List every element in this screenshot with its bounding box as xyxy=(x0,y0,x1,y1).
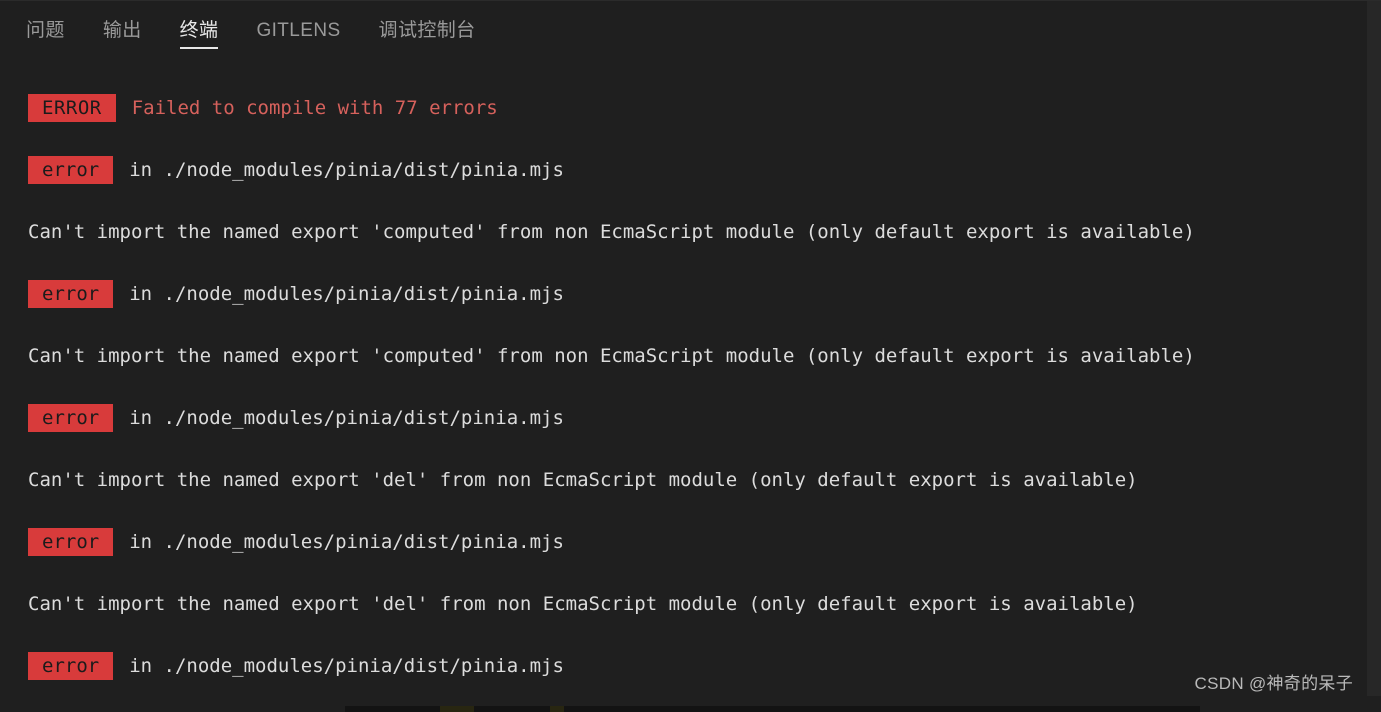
watermark: CSDN @神奇的呆子 xyxy=(1194,674,1353,693)
error-badge-upper: ERROR xyxy=(28,94,116,122)
terminal-line-detail: Can't import the named export 'del' from… xyxy=(28,469,1138,491)
error-badge: error xyxy=(28,528,114,556)
editor-peek-token xyxy=(440,706,474,712)
terminal-line: error in ./node_modules/pinia/dist/pinia.… xyxy=(28,139,1367,201)
tab-debug-console[interactable]: 调试控制台 xyxy=(379,1,476,51)
terminal-line-detail: Can't import the named export 'del' from… xyxy=(28,593,1138,615)
tab-problems-label: 问题 xyxy=(26,20,65,41)
bottom-strip xyxy=(0,696,1381,712)
terminal-line: error in ./node_modules/pinia/dist/pinia.… xyxy=(28,635,1367,697)
terminal-line: error in ./node_modules/pinia/dist/pinia.… xyxy=(28,387,1367,449)
tab-active-underline xyxy=(179,47,219,49)
error-badge: error xyxy=(28,156,114,184)
tab-output[interactable]: 输出 xyxy=(103,1,142,51)
editor-peek-strip xyxy=(345,706,1200,712)
terminal-line: Can't import the named export 'del' from… xyxy=(28,449,1367,511)
tab-terminal[interactable]: 终端 xyxy=(179,1,219,51)
terminal-line: Can't import the named export 'computed'… xyxy=(28,201,1367,263)
terminal-line-message: Failed to compile with 77 errors xyxy=(131,97,498,119)
terminal-line-detail: Can't import the named export 'computed'… xyxy=(28,345,1195,367)
terminal-line-message: in ./node_modules/pinia/dist/pinia.mjs xyxy=(129,283,564,305)
terminal-line: Can't import the named export 'del' from… xyxy=(28,573,1367,635)
tab-debug-console-label: 调试控制台 xyxy=(378,20,476,41)
terminal-line-detail: Can't import the named export 'computed'… xyxy=(28,221,1195,243)
tab-problems[interactable]: 问题 xyxy=(26,1,65,51)
tab-gitlens[interactable]: GITLENS xyxy=(256,1,340,51)
editor-peek-token xyxy=(550,706,564,712)
error-badge: error xyxy=(28,404,114,432)
tab-gitlens-label: GITLENS xyxy=(256,20,341,41)
terminal-line-message: in ./node_modules/pinia/dist/pinia.mjs xyxy=(129,159,564,181)
terminal-line-message: in ./node_modules/pinia/dist/pinia.mjs xyxy=(129,655,564,677)
vscode-panel: 问题 输出 终端 GITLENS 调试控制台 ERROR Failed to co… xyxy=(0,0,1381,712)
terminal-line: ERROR Failed to compile with 77 errors xyxy=(28,77,1367,139)
terminal-line: Can't import the named export 'computed'… xyxy=(28,325,1367,387)
error-badge: error xyxy=(28,652,114,680)
tab-output-label: 输出 xyxy=(102,20,142,41)
error-badge: error xyxy=(28,280,114,308)
terminal-line-message: in ./node_modules/pinia/dist/pinia.mjs xyxy=(129,407,564,429)
terminal-line: error in ./node_modules/pinia/dist/pinia.… xyxy=(28,263,1367,325)
panel-tab-bar: 问题 输出 终端 GITLENS 调试控制台 xyxy=(0,1,1381,63)
tab-terminal-label: 终端 xyxy=(179,20,219,41)
terminal-line: error in ./node_modules/pinia/dist/pinia.… xyxy=(28,511,1367,573)
terminal-output[interactable]: ERROR Failed to compile with 77 errors err… xyxy=(0,63,1367,697)
panel-right-gutter xyxy=(1367,1,1381,712)
terminal-line-message: in ./node_modules/pinia/dist/pinia.mjs xyxy=(129,531,564,553)
